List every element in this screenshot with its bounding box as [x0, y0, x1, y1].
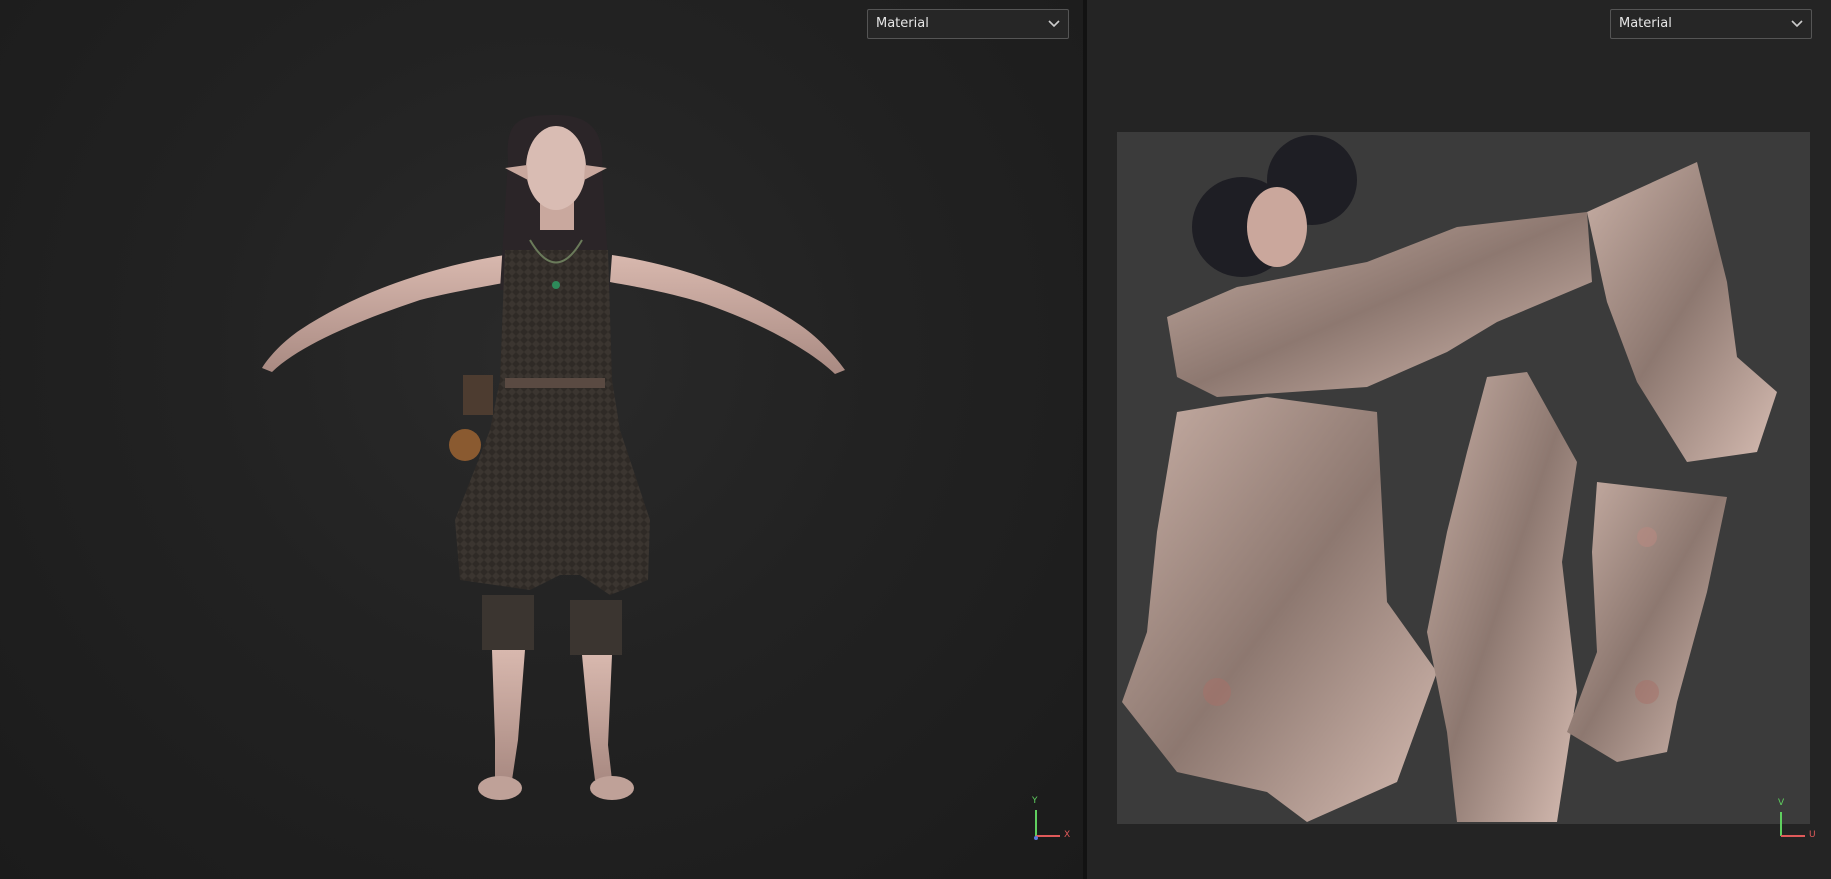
- axis-gizmo-3d: Y X: [1030, 796, 1074, 846]
- axis-y-label: Y: [1032, 796, 1038, 806]
- uv-canvas[interactable]: [1117, 132, 1810, 824]
- character-model: [262, 115, 845, 800]
- viewport-uv[interactable]: Material V U: [1087, 0, 1831, 879]
- chevron-down-icon: [1791, 20, 1803, 28]
- shading-mode-value: Material: [1619, 16, 1672, 31]
- axis-x-label: X: [1064, 830, 1071, 840]
- axis-u-label: U: [1809, 830, 1816, 840]
- viewport-3d[interactable]: Material Y X: [0, 0, 1083, 879]
- axis-gizmo-uv: V U: [1775, 796, 1819, 846]
- shading-mode-dropdown-uv[interactable]: Material: [1610, 9, 1812, 39]
- uv-texture-layout: [1122, 135, 1777, 822]
- axis-v-label: V: [1778, 798, 1785, 808]
